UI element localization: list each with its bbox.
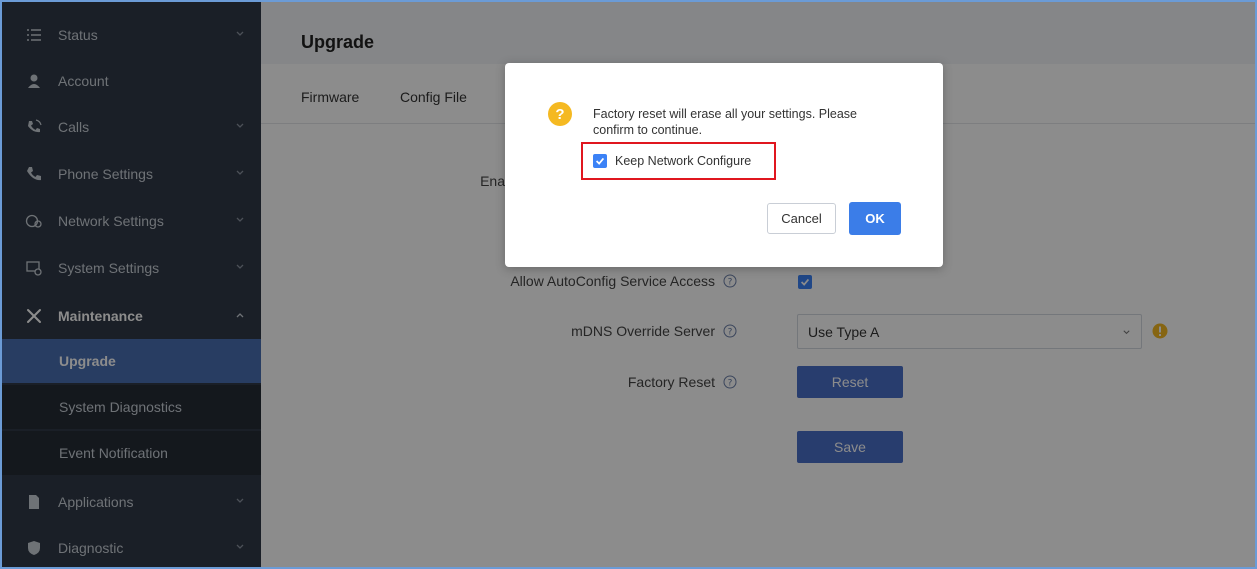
cancel-button[interactable]: Cancel bbox=[767, 203, 836, 234]
keep-network-config-option[interactable]: Keep Network Configure bbox=[581, 142, 776, 180]
app-window: Status Account Calls Phone Settings Netw… bbox=[0, 0, 1257, 569]
keep-network-label: Keep Network Configure bbox=[615, 154, 752, 168]
question-icon: ? bbox=[548, 102, 572, 126]
check-icon bbox=[595, 157, 605, 165]
confirm-dialog: ? Factory reset will erase all your sett… bbox=[505, 63, 943, 267]
dialog-message: Factory reset will erase all your settin… bbox=[593, 107, 857, 137]
ok-button[interactable]: OK bbox=[849, 202, 901, 235]
keep-network-checkbox[interactable] bbox=[593, 154, 607, 168]
